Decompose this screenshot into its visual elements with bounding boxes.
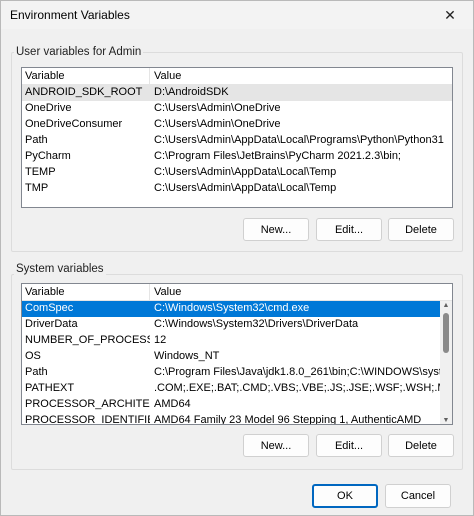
variable-value: Windows_NT [154, 350, 220, 362]
variable-name: Path [25, 134, 48, 146]
title-bar: Environment Variables ✕ [1, 1, 473, 29]
system-column-value[interactable]: Value [154, 286, 181, 298]
variable-name: ANDROID_SDK_ROOT [25, 86, 143, 98]
system-variables-label: System variables [14, 263, 106, 275]
scroll-down-icon[interactable]: ▼ [440, 416, 452, 424]
table-row[interactable]: TEMP C:\Users\Admin\AppData\Local\Temp [22, 165, 452, 181]
close-icon: ✕ [444, 6, 456, 23]
close-button[interactable]: ✕ [433, 1, 467, 29]
variable-value: C:\Users\Admin\OneDrive [154, 102, 281, 114]
variable-value: D:\AndroidSDK [154, 86, 229, 98]
system-list-scrollbar[interactable]: ▲ ▼ [440, 301, 452, 424]
variable-name: ComSpec [25, 302, 74, 314]
variable-value: AMD64 Family 23 Model 96 Stepping 1, Aut… [154, 414, 422, 425]
system-new-button[interactable]: New... [243, 434, 309, 457]
variable-value: C:\Users\Admin\AppData\Local\Temp [154, 166, 337, 178]
system-column-variable[interactable]: Variable [25, 286, 65, 298]
variable-name: NUMBER_OF_PROCESSORS [25, 334, 150, 346]
cancel-button[interactable]: Cancel [385, 484, 451, 508]
user-variables-label: User variables for Admin [14, 46, 144, 58]
variable-value: C:\Users\Admin\OneDrive [154, 118, 281, 130]
user-list-header: Variable Value [22, 68, 452, 85]
variable-name: Path [25, 366, 48, 378]
variable-name: DriverData [25, 318, 78, 330]
system-delete-button[interactable]: Delete [388, 434, 454, 457]
variable-value: 12 [154, 334, 167, 346]
table-row[interactable]: PROCESSOR_ARCHITECTURE AMD64 [22, 397, 452, 413]
table-row[interactable]: OS Windows_NT [22, 349, 452, 365]
variable-value: C:\Windows\System32\cmd.exe [154, 302, 310, 314]
variable-name: OneDrive [25, 102, 72, 114]
user-column-value[interactable]: Value [154, 70, 181, 82]
variable-value: AMD64 [154, 398, 191, 410]
column-separator [149, 284, 150, 301]
environment-variables-dialog: Environment Variables ✕ User variables f… [0, 0, 474, 516]
window-title: Environment Variables [10, 8, 130, 22]
variable-name: TEMP [25, 166, 56, 178]
table-row[interactable]: NUMBER_OF_PROCESSORS 12 [22, 333, 452, 349]
table-row[interactable]: ANDROID_SDK_ROOT D:\AndroidSDK [22, 85, 452, 101]
ok-button[interactable]: OK [312, 484, 378, 508]
user-column-variable[interactable]: Variable [25, 70, 65, 82]
table-row[interactable]: OneDrive C:\Users\Admin\OneDrive [22, 101, 452, 117]
system-variables-list[interactable]: Variable Value ComSpec C:\Windows\System… [21, 283, 453, 425]
variable-name: TMP [25, 182, 49, 194]
user-delete-button[interactable]: Delete [388, 218, 454, 241]
column-separator [149, 68, 150, 85]
table-row[interactable]: PATHEXT .COM;.EXE;.BAT;.CMD;.VBS;.VBE;.J… [22, 381, 452, 397]
scroll-thumb[interactable] [443, 313, 449, 353]
variable-value: C:\Windows\System32\Drivers\DriverData [154, 318, 359, 330]
user-new-button[interactable]: New... [243, 218, 309, 241]
scroll-up-icon[interactable]: ▲ [440, 301, 452, 311]
variable-value: C:\Users\Admin\AppData\Local\Programs\Py… [154, 134, 444, 146]
variable-name: PATHEXT [25, 382, 75, 394]
variable-value: C:\Program Files\Java\jdk1.8.0_261\bin;C… [154, 366, 444, 378]
table-row[interactable]: Path C:\Program Files\Java\jdk1.8.0_261\… [22, 365, 452, 381]
table-row-selected[interactable]: ComSpec C:\Windows\System32\cmd.exe [22, 301, 440, 317]
variable-value: .COM;.EXE;.BAT;.CMD;.VBS;.VBE;.JS;.JSE;.… [154, 382, 444, 394]
user-variables-list[interactable]: Variable Value ANDROID_SDK_ROOT D:\Andro… [21, 67, 453, 208]
table-row[interactable]: PyCharm C:\Program Files\JetBrains\PyCha… [22, 149, 452, 165]
table-row[interactable]: DriverData C:\Windows\System32\Drivers\D… [22, 317, 452, 333]
table-row[interactable]: Path C:\Users\Admin\AppData\Local\Progra… [22, 133, 452, 149]
user-edit-button[interactable]: Edit... [316, 218, 382, 241]
table-row[interactable]: PROCESSOR_IDENTIFIER AMD64 Family 23 Mod… [22, 413, 452, 425]
variable-value: C:\Program Files\JetBrains\PyCharm 2021.… [154, 150, 401, 162]
variable-value: C:\Users\Admin\AppData\Local\Temp [154, 182, 337, 194]
variable-name: PROCESSOR_ARCHITECTURE [25, 398, 150, 410]
table-row[interactable]: TMP C:\Users\Admin\AppData\Local\Temp [22, 181, 452, 197]
variable-name: PyCharm [25, 150, 71, 162]
table-row[interactable]: OneDriveConsumer C:\Users\Admin\OneDrive [22, 117, 452, 133]
system-list-header: Variable Value [22, 284, 452, 301]
variable-name: OS [25, 350, 41, 362]
system-edit-button[interactable]: Edit... [316, 434, 382, 457]
variable-name: OneDriveConsumer [25, 118, 123, 130]
variable-name: PROCESSOR_IDENTIFIER [25, 414, 150, 425]
